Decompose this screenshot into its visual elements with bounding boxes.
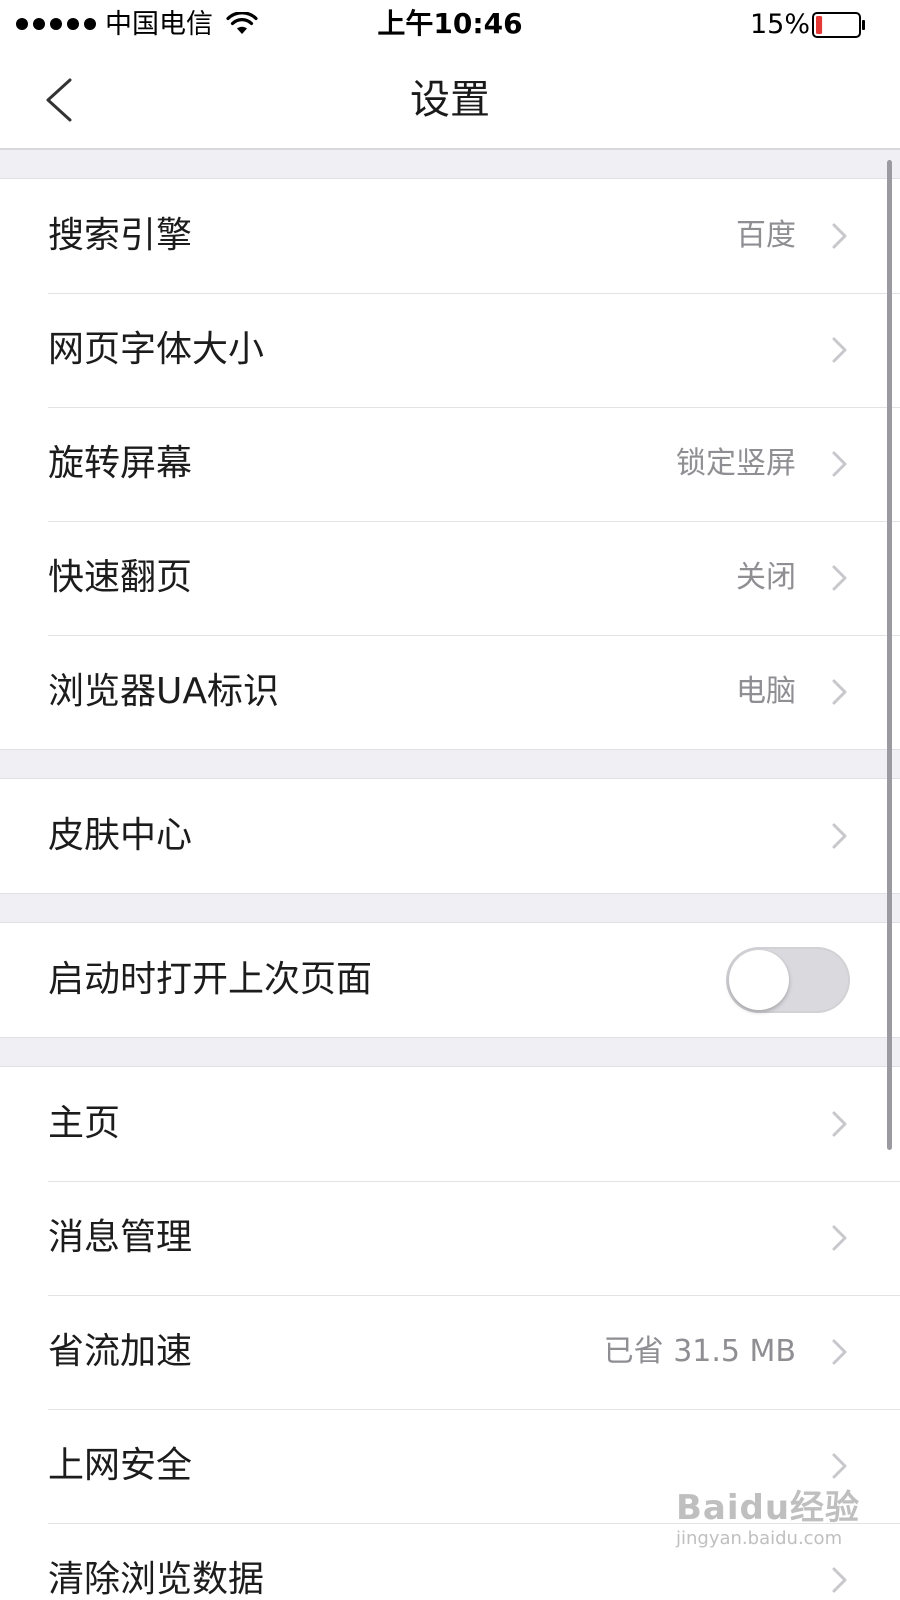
setting-row-skin-center[interactable]: 皮肤中心 bbox=[0, 779, 900, 893]
watermark-url: jingyan.baidu.com bbox=[676, 1528, 843, 1549]
setting-row-data-saver[interactable]: 省流加速 已省 31.5 MB bbox=[0, 1295, 900, 1409]
watermark-logo: Baidu经验 bbox=[676, 1488, 861, 1528]
setting-label: 清除浏览数据 bbox=[48, 1559, 265, 1600]
vertical-scrollbar[interactable] bbox=[887, 160, 892, 1150]
battery-percent: 15% bbox=[750, 9, 811, 40]
setting-row-homepage[interactable]: 主页 bbox=[0, 1067, 900, 1181]
setting-value: 已省 31.5 MB bbox=[603, 1334, 796, 1369]
setting-value: 锁定竖屏 bbox=[676, 446, 796, 481]
status-bar: 中国电信 上午10:46 15% bbox=[0, 0, 900, 50]
setting-value: 关闭 bbox=[736, 560, 796, 595]
settings-list[interactable]: 搜索引擎 百度 网页字体大小 旋转屏幕 锁定竖屏 快速翻页 关闭 浏览器UA标识… bbox=[0, 150, 900, 1600]
setting-label: 消息管理 bbox=[48, 1217, 193, 1258]
chevron-right-icon bbox=[832, 451, 847, 477]
settings-group-skin: 皮肤中心 bbox=[0, 778, 900, 894]
baidu-jingyan-watermark: Baidu经验 jingyan.baidu.com bbox=[676, 1470, 859, 1560]
setting-row-search-engine[interactable]: 搜索引擎 百度 bbox=[0, 179, 900, 293]
restore-last-page-toggle[interactable] bbox=[726, 947, 850, 1013]
setting-label: 省流加速 bbox=[48, 1331, 193, 1372]
setting-label: 快速翻页 bbox=[48, 557, 193, 598]
setting-label: 旋转屏幕 bbox=[48, 443, 193, 484]
chevron-right-icon bbox=[832, 565, 847, 591]
setting-label: 搜索引擎 bbox=[48, 215, 193, 256]
chevron-right-icon bbox=[832, 1111, 847, 1137]
setting-label: 皮肤中心 bbox=[48, 815, 193, 856]
chevron-right-icon bbox=[832, 1225, 847, 1251]
setting-row-quick-page-turn[interactable]: 快速翻页 关闭 bbox=[0, 521, 900, 635]
settings-group-startup: 启动时打开上次页面 bbox=[0, 922, 900, 1038]
setting-value: 百度 bbox=[736, 218, 796, 253]
chevron-right-icon bbox=[832, 679, 847, 705]
setting-label: 浏览器UA标识 bbox=[48, 671, 279, 712]
chevron-right-icon bbox=[832, 1567, 847, 1593]
chevron-right-icon bbox=[832, 337, 847, 363]
battery-icon bbox=[812, 12, 865, 38]
chevron-right-icon bbox=[832, 223, 847, 249]
toggle-knob bbox=[729, 950, 789, 1010]
settings-group-browser: 搜索引擎 百度 网页字体大小 旋转屏幕 锁定竖屏 快速翻页 关闭 浏览器UA标识… bbox=[0, 178, 900, 750]
setting-label: 网页字体大小 bbox=[48, 329, 265, 370]
setting-value: 电脑 bbox=[736, 674, 796, 709]
page-title: 设置 bbox=[410, 77, 490, 123]
setting-row-rotate-screen[interactable]: 旋转屏幕 锁定竖屏 bbox=[0, 407, 900, 521]
nav-bar: 设置 bbox=[0, 50, 900, 150]
setting-row-restore-last-page[interactable]: 启动时打开上次页面 bbox=[0, 923, 900, 1037]
chevron-right-icon bbox=[832, 1339, 847, 1365]
setting-label: 启动时打开上次页面 bbox=[48, 959, 373, 1000]
setting-row-message-management[interactable]: 消息管理 bbox=[0, 1181, 900, 1295]
setting-row-ua-identifier[interactable]: 浏览器UA标识 电脑 bbox=[0, 635, 900, 749]
setting-label: 主页 bbox=[48, 1103, 121, 1144]
chevron-right-icon bbox=[832, 823, 847, 849]
setting-label: 上网安全 bbox=[48, 1445, 193, 1486]
setting-row-font-size[interactable]: 网页字体大小 bbox=[0, 293, 900, 407]
